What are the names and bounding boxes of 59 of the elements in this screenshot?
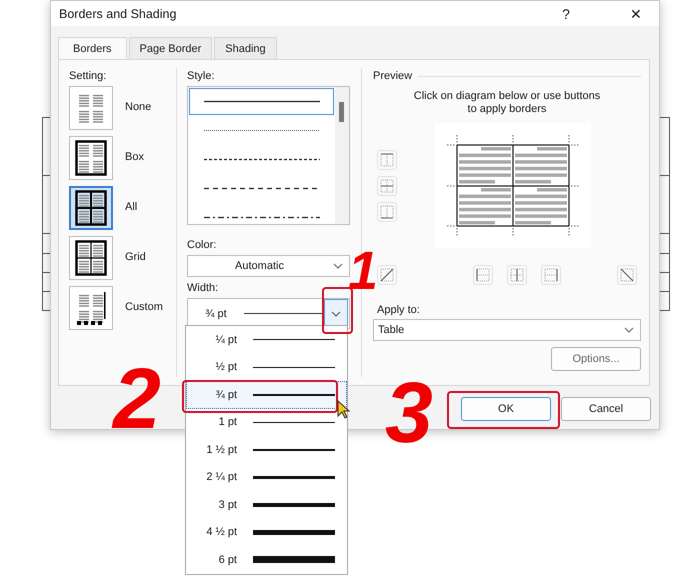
width-option[interactable]: 1 pt bbox=[186, 408, 347, 436]
table-grid-icon bbox=[75, 240, 107, 276]
border-button[interactable] bbox=[473, 265, 493, 285]
table-box-icon bbox=[75, 140, 107, 176]
table-all-icon bbox=[75, 190, 107, 226]
setting-button[interactable] bbox=[69, 286, 113, 330]
color-dropdown[interactable]: Automatic bbox=[187, 255, 350, 277]
setting-label: Box bbox=[125, 151, 144, 163]
help-button[interactable]: ? bbox=[543, 1, 589, 26]
setting-label: Setting: bbox=[69, 70, 108, 82]
tab[interactable]: Shading bbox=[214, 37, 277, 59]
diagonal-up-border-button[interactable] bbox=[377, 265, 397, 285]
options-button[interactable]: Options... bbox=[551, 347, 641, 371]
apply-to-label: Apply to: bbox=[376, 304, 421, 316]
setting-button[interactable] bbox=[69, 186, 113, 230]
border-button[interactable] bbox=[377, 202, 397, 222]
ok-button[interactable]: OK bbox=[461, 397, 551, 421]
color-label: Color: bbox=[187, 239, 218, 251]
diagonal-down-border-button[interactable] bbox=[617, 265, 637, 285]
width-option[interactable]: ¾ pt bbox=[186, 381, 347, 408]
setting-label: All bbox=[125, 201, 138, 213]
border-button[interactable] bbox=[541, 265, 561, 285]
width-label: Width: bbox=[187, 282, 220, 294]
step-number: 1 bbox=[348, 244, 378, 298]
scrollbar[interactable] bbox=[335, 87, 349, 224]
border-button[interactable] bbox=[377, 150, 397, 170]
setting-label: Grid bbox=[125, 251, 146, 263]
width-option[interactable]: ¼ pt bbox=[186, 326, 347, 354]
setting-label: Custom bbox=[125, 301, 163, 313]
cancel-button[interactable]: Cancel bbox=[561, 397, 651, 421]
width-option[interactable]: 3 pt bbox=[186, 491, 347, 518]
step-number: 2 bbox=[113, 356, 161, 442]
apply-to-dropdown[interactable]: Table bbox=[373, 319, 641, 341]
width-option[interactable]: 1 ½ pt bbox=[186, 436, 347, 464]
border-button[interactable] bbox=[507, 265, 527, 285]
width-option[interactable]: 2 ¼ pt bbox=[186, 464, 347, 491]
step-number: 3 bbox=[385, 370, 433, 456]
setting-button[interactable] bbox=[69, 236, 113, 280]
width-option[interactable]: ½ pt bbox=[186, 354, 347, 381]
line-style-option[interactable] bbox=[189, 88, 334, 115]
setting-button[interactable] bbox=[69, 136, 113, 180]
tab[interactable]: Borders bbox=[58, 37, 127, 59]
highlight-frame bbox=[322, 287, 353, 334]
chevron-down-icon bbox=[333, 263, 343, 269]
mouse-pointer-icon bbox=[337, 400, 351, 420]
tab[interactable]: Page Border bbox=[128, 37, 212, 59]
close-button[interactable]: ✕ bbox=[613, 1, 659, 26]
style-label: Style: bbox=[187, 70, 216, 82]
width-option[interactable]: 6 pt bbox=[186, 546, 347, 574]
preview-label: Preview bbox=[373, 70, 412, 82]
window-title: Borders and Shading bbox=[59, 6, 178, 20]
border-button[interactable] bbox=[377, 176, 397, 196]
width-option[interactable]: 4 ½ pt bbox=[186, 518, 347, 546]
chevron-down-icon bbox=[331, 310, 341, 316]
chevron-down-icon bbox=[624, 327, 634, 333]
dropdown-arrow-button[interactable] bbox=[324, 299, 348, 328]
setting-label: None bbox=[125, 101, 152, 113]
preview-hint: Click on diagram below or use buttons to apply borders bbox=[412, 90, 602, 116]
table-custom-icon bbox=[75, 290, 107, 326]
